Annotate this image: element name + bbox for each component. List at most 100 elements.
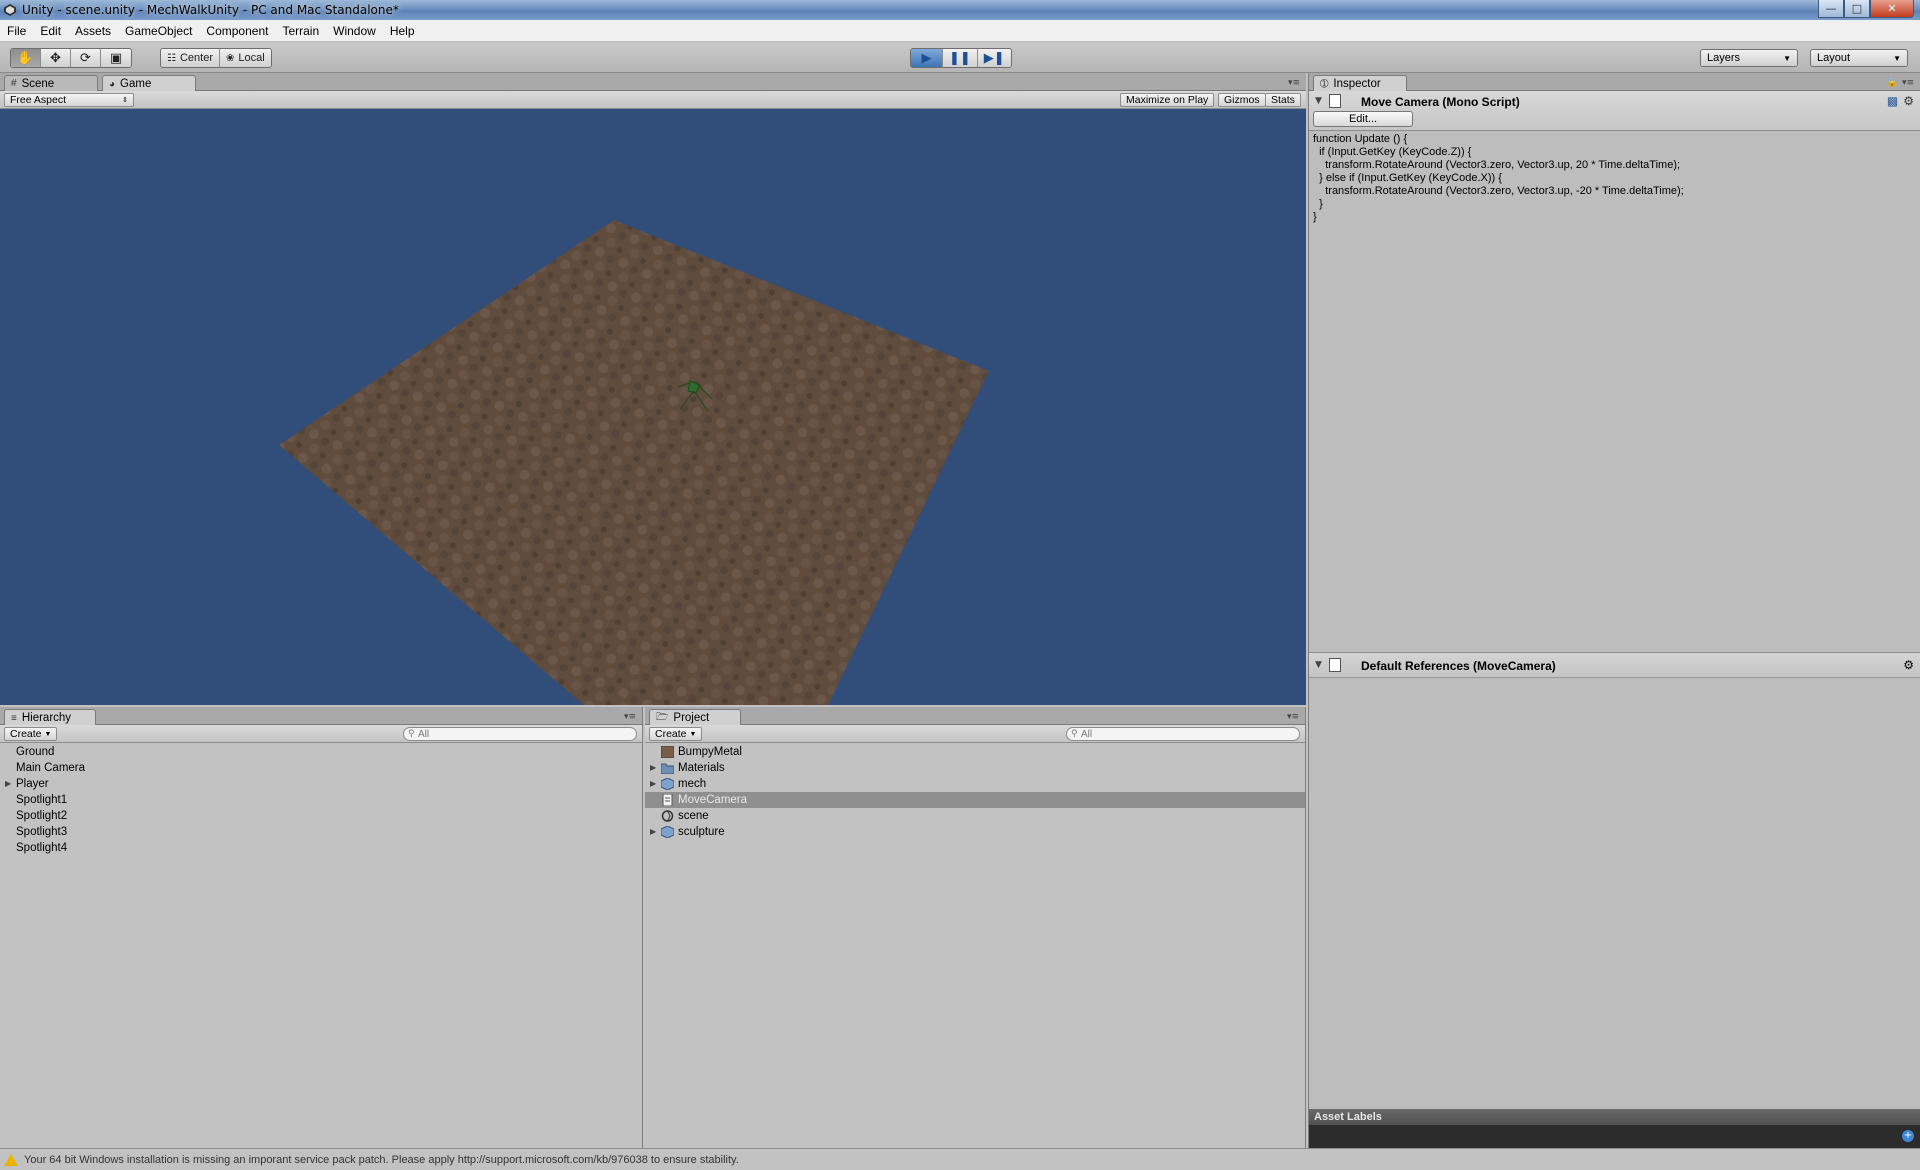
hierarchy-toolbar: Create ▼ ⚲ All xyxy=(0,725,642,743)
project-item[interactable]: scene xyxy=(645,808,1305,824)
hierarchy-item-label: Main Camera xyxy=(16,762,86,774)
pivot-center-button[interactable]: ☷ Center xyxy=(161,49,220,67)
lock-icon[interactable]: 🔒 xyxy=(1887,78,1898,88)
expand-arrow-icon[interactable]: ▶ xyxy=(650,776,656,792)
tab-game[interactable]: ◕ Game xyxy=(102,75,196,92)
layers-label: Layers xyxy=(1707,52,1741,64)
layers-dropdown[interactable]: Layers ▼ xyxy=(1700,49,1798,67)
edit-script-button[interactable]: Edit... xyxy=(1313,111,1413,127)
window-title: Unity - scene.unity - MechWalkUnity - PC… xyxy=(22,3,399,17)
rotate-tool-button[interactable]: ⟳ xyxy=(71,49,101,67)
hierarchy-item[interactable]: Main Camera xyxy=(0,760,642,776)
gizmos-toggle[interactable]: Gizmos xyxy=(1218,93,1266,107)
menu-assets[interactable]: Assets xyxy=(68,24,118,38)
aspect-dropdown[interactable]: Free Aspect ⇕ xyxy=(4,93,134,107)
menu-component[interactable]: Component xyxy=(199,24,275,38)
pivot-local-label: Local xyxy=(238,52,265,64)
minimize-button[interactable]: — xyxy=(1818,0,1844,18)
hierarchy-item-label: Spotlight4 xyxy=(16,842,68,854)
close-button[interactable]: ✕ xyxy=(1870,0,1914,18)
hierarchy-list: Ground Main Camera ▶ Player Spotlight1 Spotli… xyxy=(0,744,642,856)
project-item[interactable]: MoveCamera xyxy=(645,792,1305,808)
project-create-button[interactable]: Create ▼ xyxy=(649,727,703,741)
dropdown-arrow-icon: ▼ xyxy=(1783,53,1791,63)
aspect-label: Free Aspect xyxy=(10,94,67,106)
project-item[interactable]: ▶ mech xyxy=(645,776,1305,792)
hand-tool-button[interactable]: ✋ xyxy=(11,49,41,67)
local-icon: ❀ xyxy=(226,52,235,64)
menu-file[interactable]: File xyxy=(0,24,33,38)
expand-arrow-icon[interactable]: ▶ xyxy=(650,824,656,840)
game-viewport[interactable] xyxy=(0,109,1306,705)
expand-arrow-icon[interactable]: ▶ xyxy=(650,760,656,776)
game-view-toolbar: Free Aspect ⇕ Maximize on Play Gizmos St… xyxy=(0,91,1306,109)
tab-hierarchy-label: Hierarchy xyxy=(21,712,72,724)
maximize-on-play-toggle[interactable]: Maximize on Play xyxy=(1120,93,1215,107)
script-title: Move Camera (Mono Script) xyxy=(1361,95,1520,109)
menu-gameobject[interactable]: GameObject xyxy=(118,24,199,38)
search-icon: ⚲ xyxy=(1071,728,1078,738)
step-icon: ▶❚ xyxy=(983,50,1005,66)
asset-labels-title: Asset Labels xyxy=(1309,1109,1920,1125)
pivot-local-button[interactable]: ❀ Local xyxy=(220,49,271,67)
asset-labels-section: Asset Labels + xyxy=(1309,1109,1920,1148)
hierarchy-item-label: Spotlight3 xyxy=(16,826,68,838)
play-icon: ▶ xyxy=(921,50,932,66)
gear-icon[interactable]: ⚙ xyxy=(1903,658,1914,672)
search-placeholder: All xyxy=(1081,728,1093,740)
menu-terrain[interactable]: Terrain xyxy=(275,24,326,38)
hierarchy-item[interactable]: ▶ Player xyxy=(0,776,642,792)
fold-arrow-icon[interactable]: ▼ xyxy=(1315,96,1322,106)
help-book-icon[interactable]: ▩ xyxy=(1887,94,1898,108)
panel-menu-icon[interactable]: ▾≡ xyxy=(1287,712,1299,722)
scale-tool-button[interactable]: ▣ xyxy=(101,49,131,67)
transform-tools: ✋ ✥ ⟳ ▣ xyxy=(10,48,132,68)
move-tool-button[interactable]: ✥ xyxy=(41,49,71,67)
expand-arrow-icon[interactable]: ▶ xyxy=(5,776,11,792)
panel-menu-icon[interactable]: ▾≡ xyxy=(1902,78,1914,88)
pause-icon: ❚❚ xyxy=(949,50,971,66)
hierarchy-item[interactable]: Ground xyxy=(0,744,642,760)
stats-toggle[interactable]: Stats xyxy=(1265,93,1301,107)
add-label-icon[interactable]: + xyxy=(1902,1130,1914,1142)
project-item[interactable]: BumpyMetal xyxy=(645,744,1305,760)
panel-menu-icon[interactable]: ▾≡ xyxy=(624,712,636,722)
gear-icon[interactable]: ⚙ xyxy=(1903,94,1914,108)
pacman-icon: ◕ xyxy=(109,78,116,90)
play-button[interactable]: ▶ xyxy=(911,49,943,67)
hierarchy-search-input[interactable]: ⚲ All xyxy=(403,727,637,741)
layout-label: Layout xyxy=(1817,52,1851,64)
hierarchy-item[interactable]: Spotlight1 xyxy=(0,792,642,808)
step-button[interactable]: ▶❚ xyxy=(977,49,1011,67)
hierarchy-item[interactable]: Spotlight4 xyxy=(0,840,642,856)
hierarchy-item-label: Spotlight2 xyxy=(16,810,68,822)
pause-button[interactable]: ❚❚ xyxy=(943,49,978,67)
hierarchy-item[interactable]: Spotlight3 xyxy=(0,824,642,840)
hierarchy-item[interactable]: Spotlight2 xyxy=(0,808,642,824)
tab-project[interactable]: 🗁 Project xyxy=(649,709,741,726)
project-search-input[interactable]: ⚲ All xyxy=(1066,727,1300,741)
hierarchy-item-label: Spotlight1 xyxy=(16,794,68,806)
list-icon: ≡ xyxy=(11,712,17,724)
menu-edit[interactable]: Edit xyxy=(33,24,68,38)
menu-window[interactable]: Window xyxy=(326,24,383,38)
status-message: Your 64 bit Windows installation is miss… xyxy=(24,1153,739,1166)
default-references-header: ▼ Default References (MoveCamera) ⚙ xyxy=(1309,652,1920,678)
tab-hierarchy[interactable]: ≡ Hierarchy xyxy=(4,709,96,726)
project-item[interactable]: ▶ Materials xyxy=(645,760,1305,776)
status-bar[interactable]: Your 64 bit Windows installation is miss… xyxy=(0,1148,1920,1170)
dropdown-arrow-icon: ▼ xyxy=(689,730,697,738)
maximize-button[interactable]: □ xyxy=(1844,0,1870,18)
tab-game-label: Game xyxy=(120,78,152,90)
hierarchy-create-button[interactable]: Create ▼ xyxy=(4,727,58,741)
panel-menu-icon[interactable]: ▾≡ xyxy=(1288,78,1300,88)
tab-inspector[interactable]: ➀ Inspector xyxy=(1313,75,1407,92)
project-item-label: mech xyxy=(678,778,707,790)
fold-arrow-icon[interactable]: ▼ xyxy=(1315,660,1322,670)
layout-dropdown[interactable]: Layout ▼ xyxy=(1810,49,1908,67)
menu-help[interactable]: Help xyxy=(383,24,422,38)
tab-scene[interactable]: # Scene xyxy=(4,75,98,91)
project-item-label: sculpture xyxy=(678,826,725,838)
info-icon: ➀ xyxy=(1320,78,1329,90)
project-item[interactable]: ▶ sculpture xyxy=(645,824,1305,840)
